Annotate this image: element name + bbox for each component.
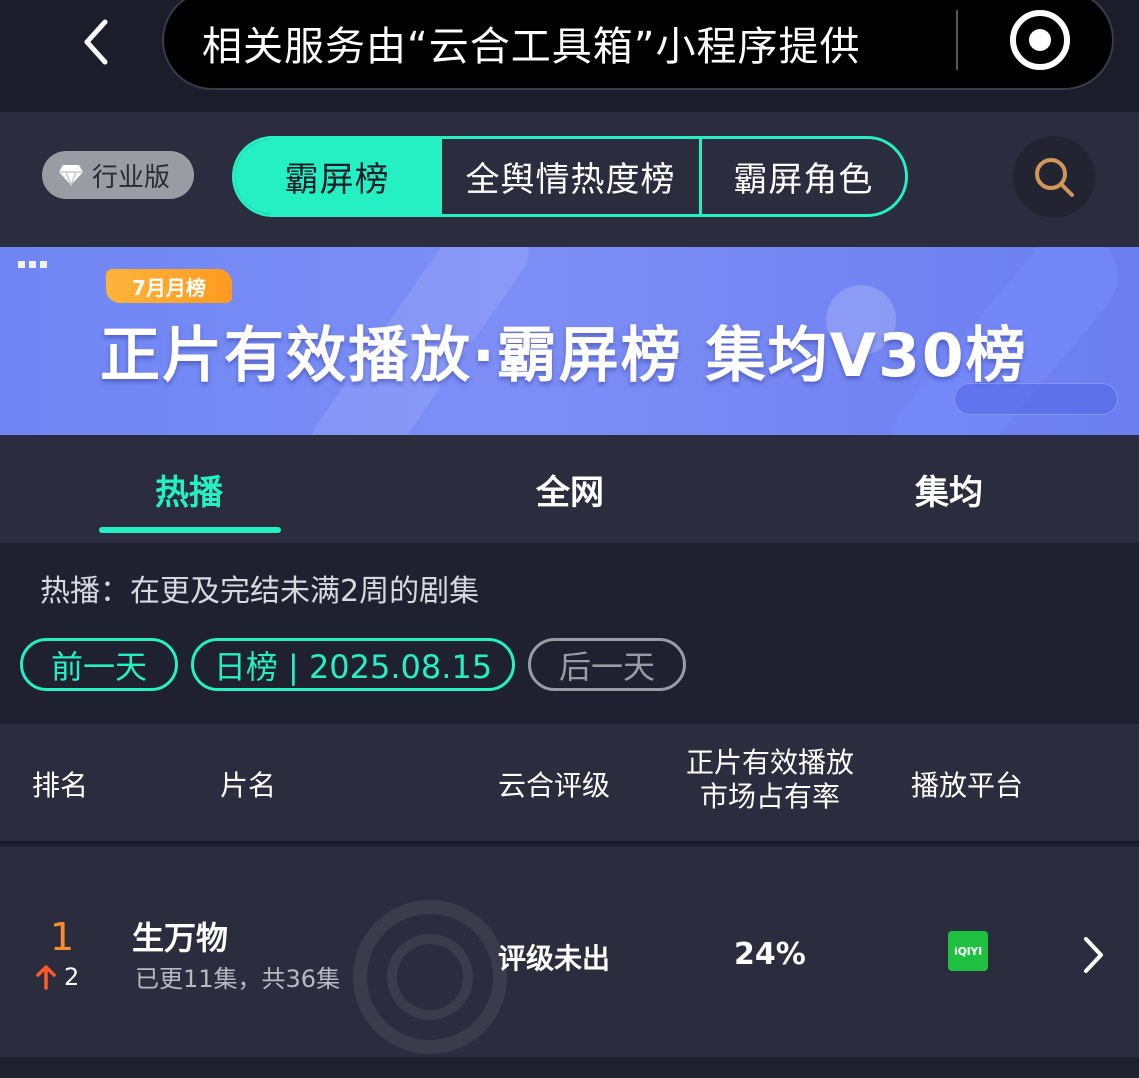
segment-top-characters[interactable]: 霸屏角色 — [698, 139, 905, 214]
date-selector[interactable]: 日榜 | 2025.08.15 — [191, 638, 515, 691]
promo-banner[interactable]: 7月月榜 正片有效播放·霸屏榜 集均V30榜 — [0, 247, 1139, 435]
search-button[interactable] — [1013, 136, 1095, 218]
header-market-share-line2: 市场占有率 — [699, 780, 840, 813]
rank-change-value: 2 — [64, 963, 80, 991]
banner-title: 正片有效播放·霸屏榜 集均V30榜 — [100, 321, 1028, 391]
header-rank: 排名 — [32, 769, 89, 802]
rank-number: 1 — [50, 915, 75, 959]
active-tab-indicator — [99, 527, 281, 533]
rating-value: 评级未出 — [498, 942, 611, 975]
header-platform: 播放平台 — [911, 769, 1024, 802]
table-header: 排名 片名 云合评级 正片有效播放 市场占有率 播放平台 — [0, 724, 1139, 844]
banner-tag: 7月月榜 — [106, 269, 232, 303]
show-title: 生万物 — [132, 919, 229, 957]
top-bar: 相关服务由“云合工具箱”小程序提供 — [0, 0, 1139, 112]
capsule-divider — [956, 10, 958, 70]
segment-bar: 行业版 霸屏榜 全舆情热度榜 霸屏角色 — [0, 112, 1139, 247]
header-rating: 云合评级 — [498, 769, 611, 802]
prev-day-button[interactable]: 前一天 — [20, 638, 178, 691]
next-day-button[interactable]: 后一天 — [528, 638, 686, 691]
market-share-value: 24% — [734, 937, 806, 972]
search-icon — [1035, 158, 1074, 197]
arrow-up-icon — [36, 965, 56, 990]
tab-description: 热播：在更及完结未满2周的剧集 — [40, 574, 480, 609]
banner-dots — [18, 261, 47, 268]
chevron-right-icon — [1084, 937, 1103, 973]
header-title: 片名 — [220, 769, 277, 802]
rank-change: 2 — [36, 963, 79, 991]
iqiyi-logo-icon: iQIYI — [948, 931, 988, 971]
chevron-left-icon — [84, 19, 108, 65]
header-market-share-line1: 正片有效播放 — [685, 746, 854, 779]
industry-edition-badge[interactable]: 行业版 — [42, 151, 194, 199]
record-target-icon[interactable] — [1010, 10, 1070, 70]
segment-sentiment-heat[interactable]: 全舆情热度榜 — [439, 139, 699, 214]
tab-all-network[interactable]: 全网 — [536, 465, 604, 514]
diamond-icon — [59, 165, 83, 186]
banner-pill — [954, 383, 1118, 415]
category-tabs: 热播 全网 集均 — [0, 435, 1139, 543]
episode-progress: 已更11集，共36集 — [135, 965, 341, 993]
table-row[interactable]: 1 2 生万物 已更11集，共36集 评级未出 24% iQIYI — [0, 847, 1139, 1057]
header-market-share: 正片有效播放 市场占有率 — [680, 746, 860, 814]
mini-program-capsule: 相关服务由“云合工具箱”小程序提供 — [162, 0, 1114, 90]
tab-episode-avg[interactable]: 集均 — [915, 465, 983, 514]
back-button[interactable] — [68, 14, 124, 70]
bottom-strip — [0, 1057, 1139, 1078]
badge-label: 行业版 — [92, 162, 171, 193]
tab-hot[interactable]: 热播 — [155, 465, 223, 514]
segment-bapingbang[interactable]: 霸屏榜 — [235, 139, 440, 214]
ranking-segment-control: 霸屏榜 全舆情热度榜 霸屏角色 — [232, 136, 908, 217]
capsule-text: 相关服务由“云合工具箱”小程序提供 — [202, 24, 861, 70]
